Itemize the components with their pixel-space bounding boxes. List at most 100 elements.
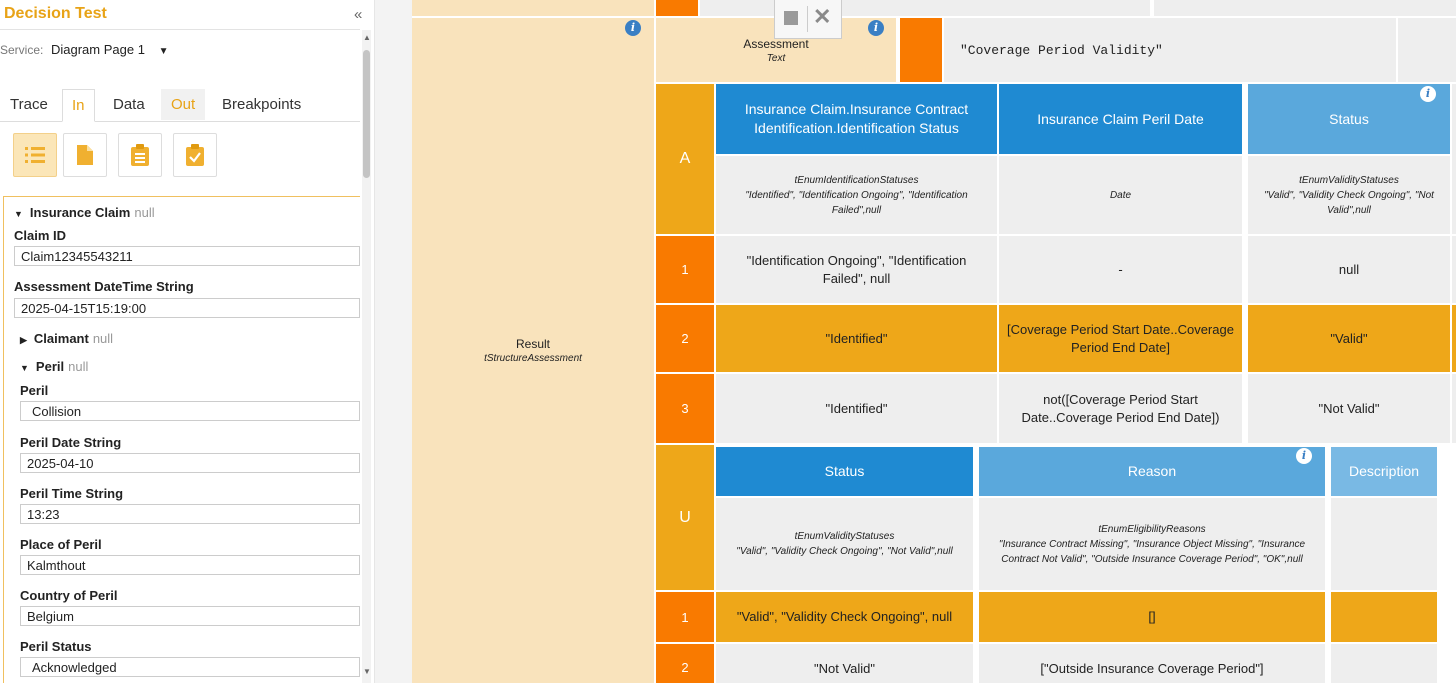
result-context-cell[interactable]: Result tStructureAssessment <box>412 18 654 683</box>
table-edge <box>1452 305 1456 372</box>
divider <box>807 6 808 32</box>
info-icon[interactable]: i <box>1420 86 1436 102</box>
caret-right-icon: ▶ <box>20 335 27 345</box>
type-cell-status: tEnumValidityStatuses "Valid", "Validity… <box>716 498 973 590</box>
claim-id-label: Claim ID <box>14 228 67 243</box>
hit-policy-a[interactable]: A <box>656 84 714 234</box>
stop-icon[interactable] <box>784 11 798 25</box>
service-label: Service: <box>0 43 44 57</box>
rule-cell-highlighted[interactable]: [] <box>979 592 1325 642</box>
rule-number-u2[interactable]: 2 <box>656 644 714 683</box>
context-row-marker <box>656 0 698 16</box>
type-cell-description <box>1331 498 1437 590</box>
context-row-cell <box>1154 0 1456 16</box>
rule-cell[interactable]: null <box>1248 236 1450 303</box>
place-of-peril-label: Place of Peril <box>20 537 102 552</box>
list-view-button[interactable] <box>13 133 57 177</box>
input-tree: ▼ Insurance Claim null Claim ID Claim12345… <box>3 196 360 683</box>
test-panel: Decision Test « Service: Diagram Page 1 … <box>0 0 375 683</box>
country-of-peril-field[interactable]: Belgium <box>20 606 360 626</box>
rule-cell-highlighted[interactable]: "Valid" <box>1248 305 1450 372</box>
service-value: Diagram Page 1 <box>50 42 145 57</box>
rule-cell[interactable]: ["Outside Insurance Coverage Period"] <box>979 644 1325 683</box>
peril-label: Peril <box>20 383 49 398</box>
type-cell-status: tEnumValidityStatuses "Valid", "Validity… <box>1248 156 1450 234</box>
tab-bar: Trace In Data Out Breakpoints <box>0 89 360 122</box>
info-icon[interactable]: i <box>1296 448 1312 464</box>
scroll-down-icon[interactable]: ▼ <box>363 667 371 676</box>
output-header-reason[interactable]: Reason <box>979 447 1325 496</box>
decision-table-canvas: Result tStructureAssessment i Assessment… <box>412 0 1456 683</box>
output-header-status[interactable]: Status <box>716 447 973 496</box>
assessment-value-cell[interactable]: "Coverage Period Validity" <box>944 18 1396 82</box>
rule-cell-highlighted[interactable]: "Valid", "Validity Check Ongoing", null <box>716 592 973 642</box>
rule-cell[interactable]: "Not Valid" <box>716 644 973 683</box>
country-of-peril-label: Country of Peril <box>20 588 118 603</box>
clipboard-button[interactable] <box>118 133 162 177</box>
peril-date-label: Peril Date String <box>20 435 122 450</box>
assessment-datetime-field[interactable]: 2025-04-15T15:19:00 <box>14 298 360 318</box>
type-cell-peril-date: Date <box>999 156 1242 234</box>
document-button[interactable] <box>63 133 107 177</box>
result-label: Result <box>515 337 550 351</box>
type-cell-identification-status: tEnumIdentificationStatuses "Identified"… <box>716 156 997 234</box>
info-icon[interactable]: i <box>625 20 641 36</box>
divider <box>0 29 360 30</box>
service-selector[interactable]: Service: Diagram Page 1 ▼ <box>0 42 168 57</box>
peril-status-label: Peril Status <box>20 639 92 654</box>
panel-title: Decision Test <box>4 5 107 22</box>
type-cell-reason: tEnumEligibilityReasons "Insurance Contr… <box>979 498 1325 590</box>
claim-id-field[interactable]: Claim12345543211 <box>14 246 360 266</box>
table-edge <box>1452 374 1456 443</box>
hit-policy-u[interactable]: U <box>656 445 714 590</box>
rule-cell[interactable]: "Identified" <box>716 374 997 443</box>
rule-cell[interactable]: "Identification Ongoing", "Identificatio… <box>716 236 997 303</box>
peril-time-label: Peril Time String <box>20 486 124 501</box>
tree-node-peril[interactable]: ▼ Peril null <box>20 359 88 374</box>
rule-cell[interactable]: - <box>999 236 1242 303</box>
debug-toolbar: ✕ <box>774 0 842 39</box>
caret-down-icon: ▼ <box>158 46 169 57</box>
peril-time-field[interactable]: 13:23 <box>20 504 360 524</box>
rule-number-a1[interactable]: 1 <box>656 236 714 303</box>
peril-select[interactable]: Collision <box>20 401 360 421</box>
output-header-description[interactable]: Description <box>1331 447 1437 496</box>
caret-down-icon: ▼ <box>14 209 23 219</box>
tab-in[interactable]: In <box>62 89 95 122</box>
peril-status-select[interactable]: Acknowledged <box>20 657 360 677</box>
rule-number-a2[interactable]: 2 <box>656 305 714 372</box>
input-header-identification-status[interactable]: Insurance Claim.Insurance Contract Ident… <box>716 84 997 154</box>
info-icon[interactable]: i <box>868 20 884 36</box>
result-type: tStructureAssessment <box>484 353 582 364</box>
assessment-marker <box>900 18 942 82</box>
panel-gutter <box>375 0 412 683</box>
assessment-value: "Coverage Period Validity" <box>960 42 1163 58</box>
close-icon[interactable]: ✕ <box>813 4 831 30</box>
rule-cell-highlighted[interactable]: "Identified" <box>716 305 997 372</box>
assessment-datetime-label: Assessment DateTime String <box>14 279 194 294</box>
tree-node-insurance-claim[interactable]: ▼ Insurance Claim null <box>14 205 155 220</box>
collapse-panel-button[interactable]: « <box>354 6 362 23</box>
peril-date-field[interactable]: 2025-04-10 <box>20 453 360 473</box>
rule-cell-highlighted[interactable] <box>1331 592 1437 642</box>
rule-cell[interactable]: not([Coverage Period Start Date..Coverag… <box>999 374 1242 443</box>
scroll-up-icon[interactable]: ▲ <box>363 33 371 42</box>
tab-trace[interactable]: Trace <box>10 89 48 120</box>
rule-cell[interactable] <box>1331 644 1437 683</box>
clipboard-check-button[interactable] <box>173 133 217 177</box>
list-icon <box>25 147 45 163</box>
place-of-peril-field[interactable]: Kalmthout <box>20 555 360 575</box>
tab-out[interactable]: Out <box>161 89 206 120</box>
rule-number-u1[interactable]: 1 <box>656 592 714 642</box>
rule-number-a3[interactable]: 3 <box>656 374 714 443</box>
scrollbar-thumb[interactable] <box>363 50 370 178</box>
caret-down-icon: ▼ <box>20 363 29 373</box>
input-header-peril-date[interactable]: Insurance Claim Peril Date <box>999 84 1242 154</box>
tab-breakpoints[interactable]: Breakpoints <box>222 89 301 120</box>
table-edge <box>1452 236 1456 303</box>
tab-data[interactable]: Data <box>113 89 145 120</box>
rule-cell[interactable]: "Not Valid" <box>1248 374 1450 443</box>
rule-cell-highlighted[interactable]: [Coverage Period Start Date..Coverage Pe… <box>999 305 1242 372</box>
clipboard-check-icon <box>186 144 204 166</box>
tree-node-claimant[interactable]: ▶ Claimant null <box>20 331 113 346</box>
